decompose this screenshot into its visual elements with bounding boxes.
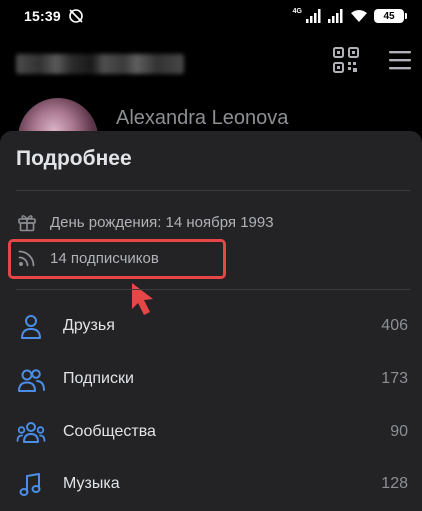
nav-row-music[interactable]: Музыка 128 xyxy=(0,462,422,508)
profile-header xyxy=(0,34,422,90)
status-time: 15:39 xyxy=(24,8,61,24)
qr-code-icon[interactable] xyxy=(332,46,360,74)
nav-count-friends: 406 xyxy=(381,317,408,334)
birthday-text: День рождения: 14 ноября 1993 xyxy=(50,213,274,231)
status-indicators: 4G 45 xyxy=(292,7,407,25)
birthday-row: День рождения: 14 ноября 1993 xyxy=(16,210,274,234)
blurred-username xyxy=(16,54,184,74)
nav-label-music: Музыка xyxy=(63,475,120,492)
status-bar: 15:39 4G 45 xyxy=(0,0,422,34)
gift-icon xyxy=(18,215,36,232)
title-divider xyxy=(16,190,410,191)
signal-icon xyxy=(306,9,321,23)
highlight-box xyxy=(8,239,226,279)
nav-label-subscriptions: Подписки xyxy=(63,370,134,387)
do-not-disturb-icon xyxy=(69,9,83,23)
nav-row-friends[interactable]: Друзья 406 xyxy=(0,304,422,350)
nav-count-communities: 90 xyxy=(390,423,408,440)
signal-icon-2 xyxy=(328,9,343,23)
details-sheet: Подробнее День рождения: 14 ноября 1993 … xyxy=(0,131,422,511)
hamburger-menu-icon[interactable] xyxy=(386,46,414,74)
profile-name: Alexandra Leonova xyxy=(116,107,289,129)
music-note-icon xyxy=(19,473,41,496)
nav-count-subscriptions: 173 xyxy=(381,370,408,387)
battery-icon: 45 xyxy=(374,9,407,23)
info-divider xyxy=(16,289,410,290)
nav-row-subscriptions[interactable]: Подписки 173 xyxy=(0,357,422,403)
person-icon xyxy=(21,315,41,339)
people-icon xyxy=(18,369,45,392)
nav-count-music: 128 xyxy=(381,475,408,492)
nav-label-communities: Сообщества xyxy=(63,423,156,440)
communities-icon xyxy=(16,422,46,443)
nav-row-communities[interactable]: Сообщества 90 xyxy=(0,410,422,456)
sheet-title: Подробнее xyxy=(16,147,132,170)
wifi-icon xyxy=(351,10,367,22)
nav-label-friends: Друзья xyxy=(63,317,115,334)
network-type: 4G xyxy=(292,8,302,15)
